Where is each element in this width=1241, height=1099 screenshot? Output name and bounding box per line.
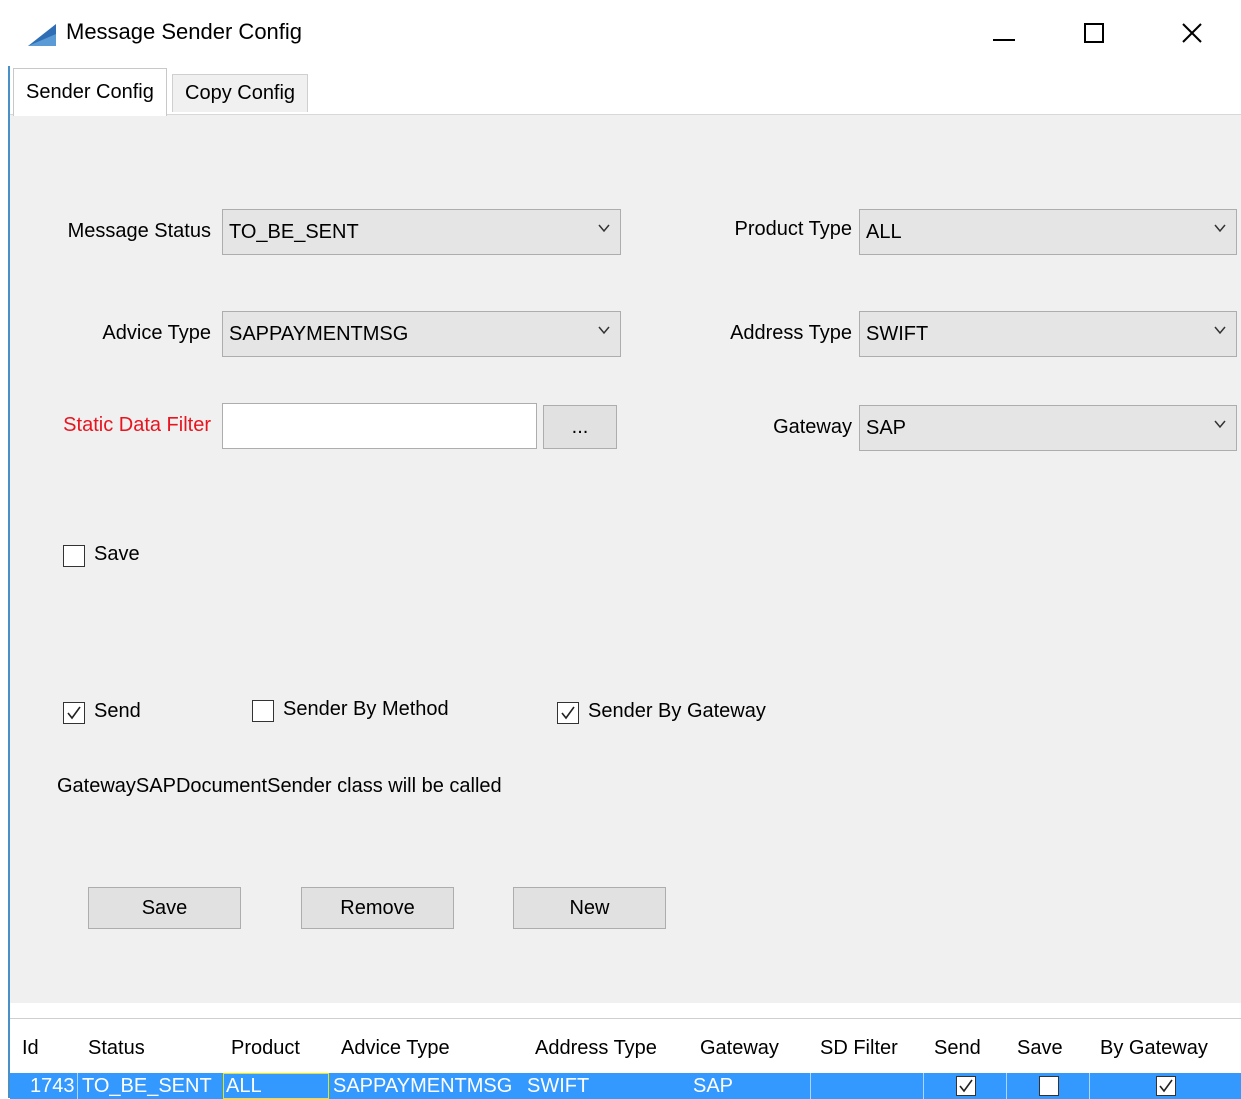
sender-by-gateway-checkbox[interactable] xyxy=(557,702,579,724)
send-checkbox-label: Send xyxy=(94,700,141,722)
message-status-value: TO_BE_SENT xyxy=(229,220,359,243)
cell-send-checkbox[interactable] xyxy=(956,1076,976,1096)
save-button[interactable]: Save xyxy=(88,887,241,929)
minimize-button[interactable] xyxy=(974,8,1034,58)
save-checkbox-label: Save xyxy=(94,543,140,565)
checkmark-icon xyxy=(1159,1079,1173,1093)
cell-status[interactable]: TO_BE_SENT xyxy=(80,1073,212,1099)
minimize-icon xyxy=(993,39,1015,41)
new-button[interactable]: New xyxy=(513,887,666,929)
checkmark-icon xyxy=(561,706,575,720)
cell-save-checkbox[interactable] xyxy=(1039,1076,1059,1096)
column-header-sd-filter[interactable]: SD Filter xyxy=(820,1037,898,1060)
cell-gateway[interactable]: SAP xyxy=(691,1073,733,1099)
address-type-select[interactable]: SWIFT xyxy=(859,311,1237,357)
tab-copy-config[interactable]: Copy Config xyxy=(172,74,309,112)
title-bar[interactable]: Message Sender Config xyxy=(0,0,1241,66)
address-type-label: Address Type xyxy=(730,322,852,344)
gateway-select[interactable]: SAP xyxy=(859,405,1237,451)
tab-strip: Sender Config Copy Config xyxy=(10,66,1241,116)
close-button[interactable] xyxy=(1162,8,1222,58)
static-data-filter-browse-button[interactable]: ... xyxy=(543,405,617,449)
advice-type-label: Advice Type xyxy=(102,322,211,344)
sender-by-method-checkbox[interactable] xyxy=(252,700,274,722)
static-data-filter-input[interactable] xyxy=(222,403,537,449)
tab-copy-config-label: Copy Config xyxy=(185,82,296,104)
maximize-icon xyxy=(1084,23,1104,43)
cell-divider xyxy=(923,1073,924,1099)
chevron-down-icon xyxy=(1214,420,1226,429)
column-header-by-gateway[interactable]: By Gateway xyxy=(1100,1037,1208,1060)
column-header-id[interactable]: Id xyxy=(22,1037,39,1060)
product-type-select[interactable]: ALL xyxy=(859,209,1237,255)
column-header-product[interactable]: Product xyxy=(231,1037,300,1060)
product-type-value: ALL xyxy=(866,220,902,243)
cell-address-type[interactable]: SWIFT xyxy=(525,1073,589,1099)
tab-sender-config[interactable]: Sender Config xyxy=(13,68,167,116)
chevron-down-icon xyxy=(598,326,610,335)
maximize-button[interactable] xyxy=(1064,8,1124,58)
address-type-value: SWIFT xyxy=(866,322,929,345)
new-button-label: New xyxy=(569,896,610,919)
sender-by-method-label: Sender By Method xyxy=(283,698,449,720)
sender-config-panel: Message Status TO_BE_SENT Product Type A… xyxy=(10,114,1241,1003)
column-header-save[interactable]: Save xyxy=(1017,1037,1063,1060)
window-title: Message Sender Config xyxy=(66,19,303,44)
cell-by-gateway-checkbox[interactable] xyxy=(1156,1076,1176,1096)
column-header-advice-type[interactable]: Advice Type xyxy=(341,1037,450,1060)
sender-config-table: Id Status Product Advice Type Address Ty… xyxy=(10,1018,1241,1099)
message-status-label: Message Status xyxy=(67,220,211,242)
remove-button[interactable]: Remove xyxy=(301,887,454,929)
advice-type-value: SAPPAYMENTMSG xyxy=(229,322,409,345)
product-type-label: Product Type xyxy=(734,218,852,240)
static-data-filter-label: Static Data Filter xyxy=(63,414,211,436)
message-status-select[interactable]: TO_BE_SENT xyxy=(222,209,621,255)
advice-type-select[interactable]: SAPPAYMENTMSG xyxy=(222,311,621,357)
tab-sender-config-label: Sender Config xyxy=(26,81,154,103)
cell-divider xyxy=(810,1073,811,1099)
column-header-gateway[interactable]: Gateway xyxy=(700,1037,779,1060)
checkmark-icon xyxy=(959,1079,973,1093)
send-checkbox[interactable] xyxy=(63,702,85,724)
gateway-value: SAP xyxy=(866,416,907,439)
sender-by-gateway-label: Sender By Gateway xyxy=(588,700,766,722)
chevron-down-icon xyxy=(1214,224,1226,233)
chevron-down-icon xyxy=(598,224,610,233)
cell-advice-type[interactable]: SAPPAYMENTMSG xyxy=(331,1073,512,1099)
column-header-send[interactable]: Send xyxy=(934,1037,981,1060)
column-header-status[interactable]: Status xyxy=(88,1037,145,1060)
message-sender-config-window: Message Sender Config Sender Config Copy… xyxy=(0,0,1241,1099)
cell-divider xyxy=(1089,1073,1090,1099)
checkmark-icon xyxy=(67,706,81,720)
cell-id[interactable]: 1743 xyxy=(28,1073,75,1099)
cell-divider xyxy=(1006,1073,1007,1099)
close-icon xyxy=(1182,23,1202,43)
sender-class-info: GatewaySAPDocumentSender class will be c… xyxy=(57,775,502,797)
save-button-label: Save xyxy=(141,896,188,919)
chevron-down-icon xyxy=(1214,326,1226,335)
cell-divider xyxy=(77,1073,78,1099)
cell-product[interactable]: ALL xyxy=(224,1073,262,1099)
app-logo-icon xyxy=(28,24,56,46)
cell-sd-filter[interactable] xyxy=(811,1073,813,1099)
remove-button-label: Remove xyxy=(340,896,415,919)
browse-button-label: ... xyxy=(571,415,589,438)
save-checkbox[interactable] xyxy=(63,545,85,567)
gateway-label: Gateway xyxy=(773,416,852,438)
column-header-address-type[interactable]: Address Type xyxy=(535,1037,657,1060)
